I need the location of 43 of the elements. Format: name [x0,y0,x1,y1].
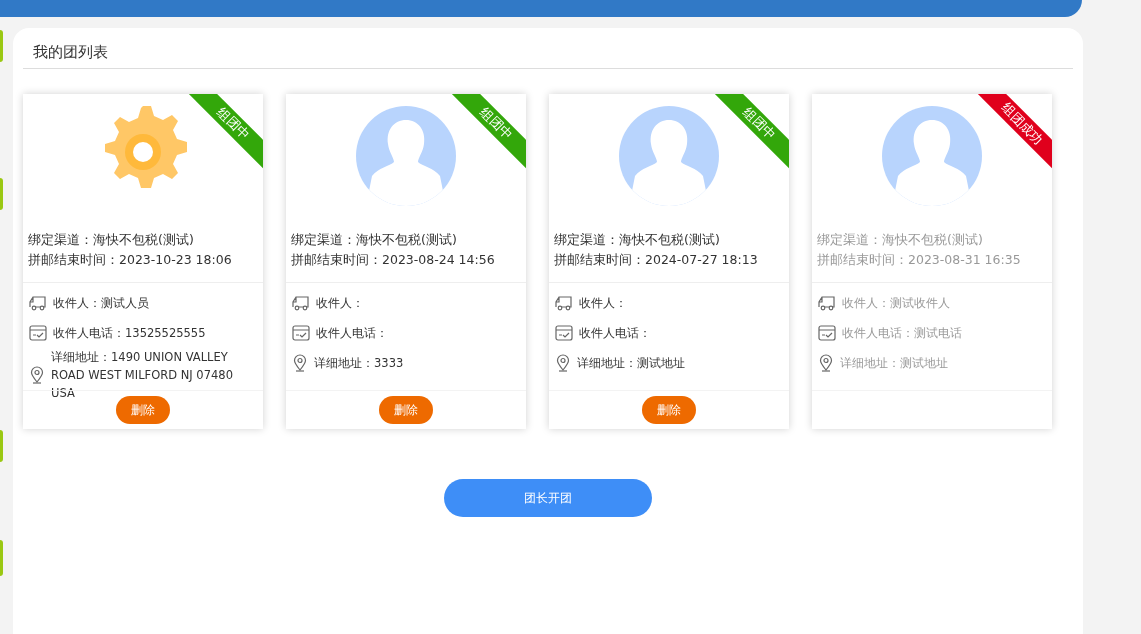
phone-text: 收件人电话： [579,325,651,342]
start-group-button[interactable]: 团长开团 [444,479,652,517]
address-text: 详细地址：3333 [314,355,404,372]
avatar-silhouette-icon [882,106,982,206]
truck-icon [29,295,47,311]
side-tab[interactable] [0,430,3,462]
end-time-text: 拼邮结束时间：2023-10-23 18:06 [28,251,233,269]
inbox-icon [292,325,310,341]
phone-text: 收件人电话：13525525555 [53,325,206,342]
avatar-silhouette-icon [619,106,719,206]
end-time-text: 拼邮结束时间：2023-08-31 16:35 [817,251,1022,269]
location-pin-icon [29,366,45,384]
avatar-silhouette-icon [356,106,456,206]
address-text: 详细地址：测试地址 [840,355,948,372]
end-time-text: 拼邮结束时间：2024-07-27 18:13 [554,251,759,269]
channel-text: 绑定渠道：海快不包税(测试) [28,231,195,249]
channel-text: 绑定渠道：海快不包税(测试) [554,231,721,249]
inbox-icon [818,325,836,341]
truck-icon [818,295,836,311]
delete-button[interactable]: 删除 [642,396,696,424]
recipient-text: 收件人：测试人员 [53,295,149,312]
side-tab[interactable] [0,178,3,210]
phone-text: 收件人电话：测试电话 [842,325,962,342]
end-time-text: 拼邮结束时间：2023-08-24 14:56 [291,251,496,269]
delete-button[interactable]: 删除 [379,396,433,424]
location-pin-icon [555,354,571,372]
truck-icon [555,295,573,311]
recipient-text: 收件人： [316,295,364,312]
phone-text: 收件人电话： [316,325,388,342]
channel-text: 绑定渠道：海快不包税(测试) [291,231,458,249]
truck-icon [292,295,310,311]
delete-button[interactable]: 删除 [116,396,170,424]
address-text: 详细地址：测试地址 [577,355,685,372]
recipient-text: 收件人： [579,295,627,312]
side-tab[interactable] [0,30,3,62]
inbox-icon [29,325,47,341]
inbox-icon [555,325,573,341]
side-tab[interactable] [0,540,3,576]
recipient-text: 收件人：测试收件人 [842,295,950,312]
location-pin-icon [818,354,834,372]
channel-text: 绑定渠道：海快不包税(测试) [817,231,984,249]
location-pin-icon [292,354,308,372]
panel-title: 我的团列表 [23,28,1073,69]
